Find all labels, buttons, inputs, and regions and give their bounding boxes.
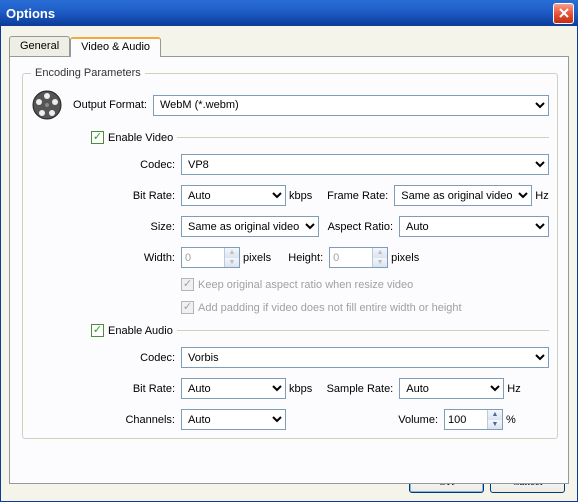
row-audio-bitrate: Bit Rate: Auto kbps Sample Rate: Auto Hz	[91, 378, 549, 399]
encoding-legend: Encoding Parameters	[31, 67, 145, 79]
channels-select[interactable]: Auto	[181, 409, 286, 430]
audio-bitrate-unit: kbps	[289, 383, 312, 395]
video-bitrate-unit: kbps	[289, 190, 312, 202]
close-icon	[559, 8, 569, 18]
video-codec-label: Codec:	[91, 159, 181, 171]
add-padding-label: Add padding if video does not fill entir…	[198, 302, 462, 314]
enable-audio-checkbox[interactable]	[91, 324, 104, 337]
encoding-fieldset: Encoding Parameters Output Format:	[22, 67, 558, 439]
add-padding-checkbox	[181, 301, 194, 314]
enable-video-checkbox[interactable]	[91, 131, 104, 144]
tab-video-audio[interactable]: Video & Audio	[70, 37, 161, 57]
height-spinner: ▲▼	[329, 247, 388, 268]
enable-video-label: Enable Video	[108, 132, 173, 144]
volume-unit: %	[506, 414, 516, 426]
width-unit: pixels	[243, 252, 271, 264]
video-bitrate-select[interactable]: Auto	[181, 185, 286, 206]
width-label: Width:	[91, 252, 181, 264]
close-button[interactable]	[553, 3, 574, 24]
height-label: Height:	[283, 252, 329, 264]
framerate-select[interactable]: Same as original video	[394, 185, 532, 206]
output-format-select[interactable]: WebM (*.webm)	[153, 95, 549, 116]
row-audio-codec: Codec: Vorbis	[91, 347, 549, 368]
audio-codec-label: Codec:	[91, 352, 181, 364]
height-input	[330, 248, 372, 267]
audio-bitrate-select[interactable]: Auto	[181, 378, 286, 399]
tab-strip: General Video & Audio	[9, 34, 569, 56]
row-output-format: Output Format: WebM (*.webm)	[31, 89, 549, 121]
video-codec-select[interactable]: VP8	[181, 154, 549, 175]
enable-audio-header: Enable Audio	[91, 324, 549, 337]
samplerate-unit: Hz	[507, 383, 520, 395]
volume-spinner[interactable]: ▲▼	[444, 409, 503, 430]
row-add-padding: Add padding if video does not fill entir…	[181, 301, 549, 314]
output-format-label: Output Format:	[69, 99, 153, 111]
channels-label: Channels:	[91, 414, 181, 426]
video-bitrate-label: Bit Rate:	[91, 190, 181, 202]
width-input	[182, 248, 224, 267]
keep-aspect-checkbox	[181, 278, 194, 291]
enable-audio-label: Enable Audio	[108, 325, 173, 337]
size-select[interactable]: Same as original video	[181, 216, 319, 237]
samplerate-select[interactable]: Auto	[399, 378, 504, 399]
audio-bitrate-label: Bit Rate:	[91, 383, 181, 395]
row-video-codec: Codec: VP8	[91, 154, 549, 175]
row-dimensions: Width: ▲▼ pixels Height: ▲▼ pixels	[91, 247, 549, 268]
enable-video-header: Enable Video	[91, 131, 549, 144]
film-reel-icon	[31, 89, 63, 121]
size-label: Size:	[91, 221, 181, 233]
title-bar: Options	[0, 0, 578, 26]
client-area: General Video & Audio Encoding Parameter…	[0, 26, 578, 502]
aspect-label: Aspect Ratio:	[319, 221, 399, 233]
aspect-select[interactable]: Auto	[399, 216, 549, 237]
samplerate-label: Sample Rate:	[324, 383, 399, 395]
window-title: Options	[6, 6, 55, 21]
volume-input[interactable]	[445, 410, 487, 429]
row-keep-aspect: Keep original aspect ratio when resize v…	[181, 278, 549, 291]
volume-label: Volume:	[394, 414, 444, 426]
tab-general[interactable]: General	[9, 36, 70, 56]
row-video-size: Size: Same as original video Aspect Rati…	[91, 216, 549, 237]
framerate-label: Frame Rate:	[324, 190, 394, 202]
tab-panel: Encoding Parameters Output Format:	[9, 56, 569, 484]
height-unit: pixels	[391, 252, 419, 264]
framerate-unit: Hz	[535, 190, 548, 202]
audio-codec-select[interactable]: Vorbis	[181, 347, 549, 368]
row-video-bitrate: Bit Rate: Auto kbps Frame Rate: Same as …	[91, 185, 549, 206]
width-spinner: ▲▼	[181, 247, 240, 268]
row-audio-channels: Channels: Auto Volume: ▲▼ %	[91, 409, 549, 430]
keep-aspect-label: Keep original aspect ratio when resize v…	[198, 279, 413, 291]
